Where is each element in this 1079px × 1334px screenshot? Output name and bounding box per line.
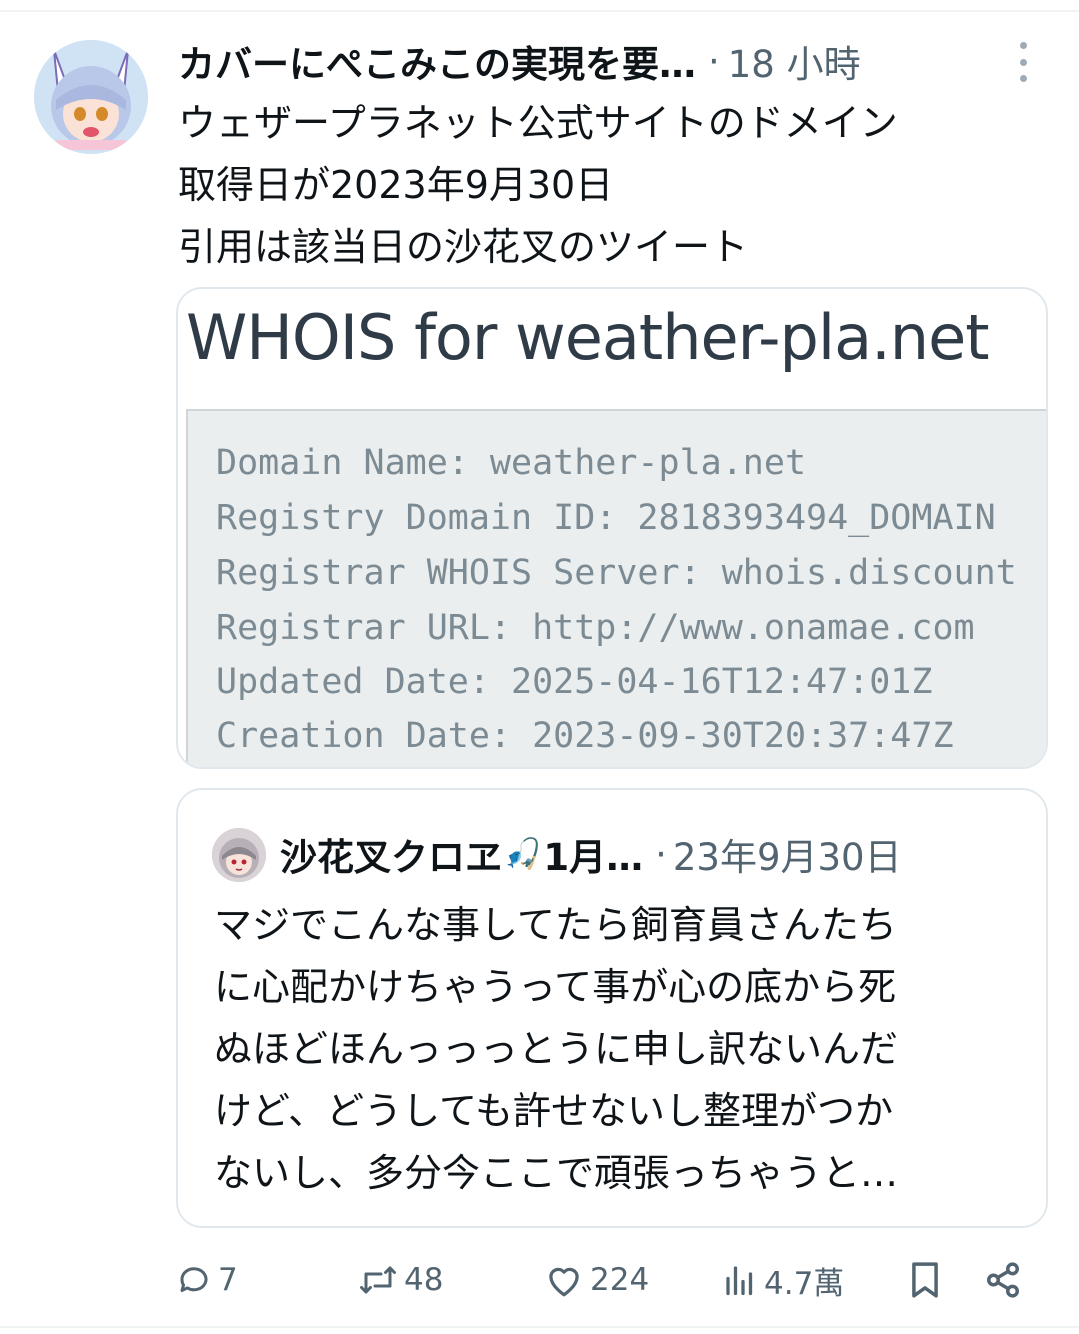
quoted-header: 沙花叉クロヱ 🎣 1月… · 23年9月30日: [280, 826, 1020, 882]
quoted-text-line: けど、どうしても許せないし整理がつか: [214, 1089, 894, 1133]
whois-line: Registrar URL: http://www.onamae.com: [216, 608, 975, 648]
quoted-text-line: ないし、多分今ここで頑張っちゃうと…: [214, 1151, 899, 1195]
author-avatar[interactable]: [34, 40, 148, 154]
more-options-icon[interactable]: [1010, 42, 1036, 82]
like-count: 224: [590, 1262, 650, 1298]
reply-icon: [180, 1267, 208, 1292]
bookmark-icon: [912, 1262, 938, 1298]
whois-line: Creation Date: 2023-09-30T20:37:47Z: [216, 716, 954, 756]
share-button[interactable]: [984, 1250, 1022, 1310]
action-bar: 7 48 224 4.7萬: [176, 1250, 1056, 1310]
views-icon: [726, 1266, 753, 1296]
author-display-name[interactable]: カバーにぺこみこの実現を要…: [178, 34, 696, 88]
bookmark-button[interactable]: [908, 1250, 942, 1310]
reply-count: 7: [218, 1262, 238, 1298]
tweet-text-line: 引用は該当日の沙花叉のツイート: [178, 225, 749, 269]
quoted-separator: ·: [655, 832, 667, 876]
reply-button[interactable]: 7: [176, 1250, 238, 1310]
like-button[interactable]: 224: [544, 1250, 649, 1310]
whois-record-box: Domain Name: weather-pla.net Registry Do…: [186, 409, 1046, 767]
quoted-display-name: 沙花叉クロヱ: [280, 836, 502, 879]
whois-line: Registry Domain ID: 2818393494_DOMAIN: [216, 498, 996, 538]
tweet-text-line: ウェザープラネット公式サイトのドメイン: [178, 101, 898, 145]
attached-image[interactable]: WHOIS for weather-pla.net Domain Name: w…: [176, 287, 1048, 769]
quoted-tweet[interactable]: 沙花叉クロヱ 🎣 1月… · 23年9月30日 マジでこんな事してたら飼育員さん…: [176, 788, 1048, 1228]
tweet-text-line: 取得日が2023年9月30日: [178, 163, 614, 207]
fishing-pole-icon: 🎣: [504, 836, 542, 872]
header-separator: ·: [708, 39, 720, 83]
quoted-text-line: に心配かけちゃうって事が心の底から死: [214, 965, 897, 1009]
views-count: 4.7萬: [764, 1265, 845, 1302]
tweet-timestamp[interactable]: 18 小時: [728, 34, 861, 88]
top-divider: [0, 0, 1079, 12]
share-icon: [987, 1262, 1019, 1298]
tweet-text: ウェザープラネット公式サイトのドメイン 取得日が2023年9月30日 引用は該当…: [178, 92, 1038, 278]
quoted-name-suffix: 1月…: [543, 836, 644, 879]
repost-count: 48: [404, 1262, 444, 1298]
whois-line: Registrar WHOIS Server: whois.discount: [216, 553, 1017, 593]
quoted-text: マジでこんな事してたら飼育員さんたち に心配かけちゃうって事が心の底から死 ぬほ…: [214, 894, 1034, 1204]
whois-line: Domain Name: weather-pla.net: [216, 443, 807, 483]
repost-button[interactable]: 48: [358, 1250, 443, 1310]
quoted-text-line: マジでこんな事してたら飼育員さんたち: [214, 903, 897, 947]
views-button[interactable]: 4.7萬: [722, 1250, 844, 1310]
bottom-divider: [0, 1326, 1079, 1328]
whois-title: WHOIS for weather-pla.net: [186, 301, 990, 374]
quoted-timestamp: 23年9月30日: [672, 836, 902, 879]
like-icon: [549, 1267, 579, 1297]
tweet-header: カバーにぺこみこの実現を要… · 18 小時: [178, 34, 1018, 88]
quoted-author-avatar: [212, 828, 266, 882]
quoted-text-line: ぬほどほんっっっとうに申し訳ないんだ: [214, 1027, 899, 1071]
repost-icon: [360, 1266, 396, 1294]
whois-line: Updated Date: 2025-04-16T12:47:01Z: [216, 662, 933, 702]
